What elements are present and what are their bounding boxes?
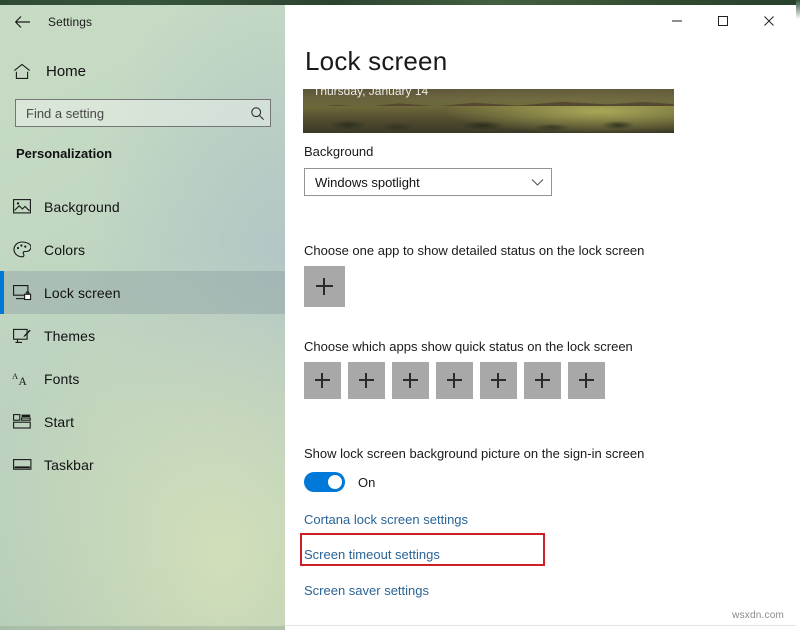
selected-accent-bar <box>0 271 4 314</box>
quick-status-tile[interactable] <box>480 362 517 399</box>
sidebar-item-start[interactable]: Start <box>0 400 285 443</box>
palette-icon <box>0 241 44 258</box>
sidebar-bottom-edge <box>0 626 285 630</box>
back-arrow-icon[interactable] <box>0 6 44 38</box>
link-screen-saver-settings[interactable]: Screen saver settings <box>304 583 429 598</box>
preview-shrubs <box>303 112 674 133</box>
picture-icon <box>0 199 44 214</box>
plus-icon <box>403 373 418 388</box>
sidebar-item-background[interactable]: Background <box>0 185 285 228</box>
sidebar-item-label: Lock screen <box>44 284 121 301</box>
quick-status-tile[interactable] <box>304 362 341 399</box>
detailed-status-tile[interactable] <box>304 266 345 307</box>
settings-window: Settings Home Find a setting Personaliza… <box>0 0 800 635</box>
link-screen-timeout-settings[interactable]: Screen timeout settings <box>304 547 440 562</box>
lock-screen-preview: Thursday, January 14 <box>303 89 674 133</box>
plus-icon <box>535 373 550 388</box>
search-input[interactable]: Find a setting <box>15 99 271 127</box>
taskbar-icon <box>0 458 44 471</box>
signin-picture-toggle-row: On <box>304 472 375 492</box>
signin-picture-toggle[interactable] <box>304 472 345 492</box>
background-dropdown-value: Windows spotlight <box>315 174 420 190</box>
maximize-icon[interactable] <box>700 6 746 36</box>
page-title: Lock screen <box>305 46 448 76</box>
link-cortana-lock-screen-settings[interactable]: Cortana lock screen settings <box>304 512 468 527</box>
sidebar-item-label: Taskbar <box>44 456 94 473</box>
plus-icon <box>579 373 594 388</box>
quick-status-tile[interactable] <box>568 362 605 399</box>
sidebar: Settings Home Find a setting Personaliza… <box>0 5 285 630</box>
background-dropdown[interactable]: Windows spotlight <box>304 168 552 196</box>
background-label: Background <box>304 144 374 159</box>
sidebar-item-label: Themes <box>44 327 96 344</box>
sidebar-item-colors[interactable]: Colors <box>0 228 285 271</box>
fonts-icon: A A <box>0 371 44 387</box>
lock-screen-icon <box>0 284 44 301</box>
app-title: Settings <box>48 14 93 29</box>
plus-icon <box>447 373 462 388</box>
sidebar-item-label: Background <box>44 198 120 215</box>
plus-icon <box>316 278 333 295</box>
minimize-icon[interactable] <box>654 6 700 36</box>
window-controls <box>654 5 792 37</box>
themes-icon <box>0 327 44 344</box>
bottom-divider <box>285 625 796 626</box>
quick-status-tile[interactable] <box>524 362 561 399</box>
quick-status-tile[interactable] <box>392 362 429 399</box>
signin-picture-label: Show lock screen background picture on t… <box>304 446 645 461</box>
watermark: wsxdn.com <box>732 610 784 621</box>
sidebar-item-taskbar[interactable]: Taskbar <box>0 443 285 486</box>
sidebar-nav-list: Background Colors Lock screen Themes A A… <box>0 185 285 486</box>
plus-icon <box>315 373 330 388</box>
quick-status-tile[interactable] <box>436 362 473 399</box>
main-content: Lock screen Thursday, January 14 Backgro… <box>285 5 796 630</box>
toggle-state-label: On <box>358 474 376 490</box>
home-icon <box>0 63 44 80</box>
sidebar-item-label: Start <box>44 413 75 430</box>
toggle-knob <box>328 475 342 489</box>
plus-icon <box>359 373 374 388</box>
start-icon <box>0 414 44 429</box>
sidebar-section-title: Personalization <box>16 146 113 161</box>
sidebar-item-home[interactable]: Home <box>0 55 285 87</box>
sidebar-item-lock-screen[interactable]: Lock screen <box>0 271 285 314</box>
quick-status-tiles <box>304 362 605 399</box>
sidebar-item-themes[interactable]: Themes <box>0 314 285 357</box>
quick-status-label: Choose which apps show quick status on t… <box>304 339 633 354</box>
plus-icon <box>491 373 506 388</box>
desktop-background-edge <box>796 0 800 635</box>
search-icon[interactable] <box>244 106 270 121</box>
chevron-down-icon <box>523 178 551 187</box>
close-icon[interactable] <box>746 6 792 36</box>
sidebar-titlebar: Settings <box>0 5 285 38</box>
sidebar-item-label: Fonts <box>44 370 80 387</box>
home-label: Home <box>46 62 87 80</box>
sidebar-item-label: Colors <box>44 241 86 258</box>
search-placeholder: Find a setting <box>26 105 105 121</box>
sidebar-item-fonts[interactable]: A A Fonts <box>0 357 285 400</box>
detailed-status-label: Choose one app to show detailed status o… <box>304 243 645 258</box>
preview-date-overlay: Thursday, January 14 <box>313 89 429 98</box>
svg-text:A: A <box>19 376 28 387</box>
quick-status-tile[interactable] <box>348 362 385 399</box>
